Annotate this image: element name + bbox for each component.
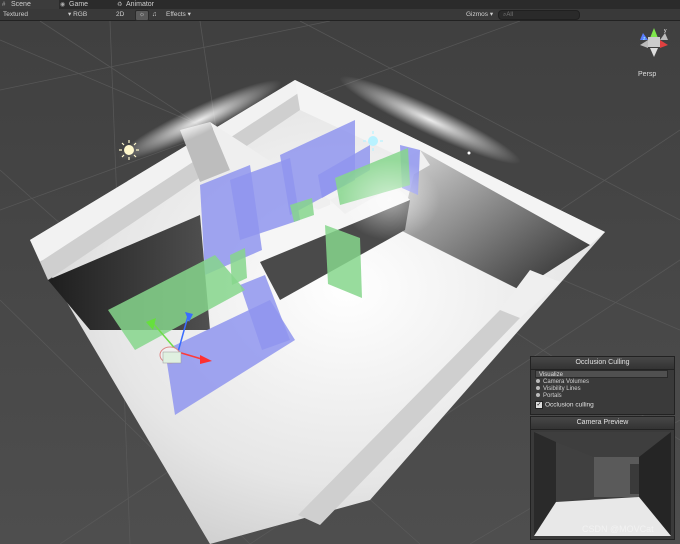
shading-mode-dropdown[interactable]: Textured (3, 10, 28, 19)
tab-animator[interactable]: ♻ Animator (115, 0, 182, 9)
shading-mode-label: Textured (3, 11, 28, 18)
camera-preview-title: Camera Preview (531, 417, 674, 430)
option-camera-volumes[interactable]: Camera Volumes (536, 379, 589, 386)
watermark: CSDN @MOVCat (582, 524, 654, 534)
option-label: Camera Volumes (543, 379, 590, 385)
occlusion-culling-panel: Occlusion Culling Visualize Camera Volum… (530, 356, 675, 415)
tab-scene-label: Scene (11, 1, 31, 8)
audio-icon[interactable]: ♫ (152, 10, 157, 19)
checkmark-icon: ✓ (535, 401, 543, 409)
occlusion-panel-title: Occlusion Culling (531, 357, 674, 370)
tab-scene[interactable]: # Scene (0, 0, 59, 9)
render-mode-label: RGB (73, 11, 88, 18)
checkbox-label: Occlusion culling (545, 401, 594, 409)
option-visibility-lines[interactable]: Visibility Lines (536, 386, 581, 393)
scene-toolbar: Textured ▾ RGB 2D ☼ ♫ Effects ▾ Gizmos ▾… (0, 9, 680, 21)
search-placeholder: ⌕All (503, 12, 514, 18)
option-label: Portals (543, 393, 562, 399)
gizmos-label: Gizmos (466, 11, 489, 18)
gizmos-dropdown[interactable]: Gizmos ▾ (466, 10, 493, 19)
toggle-2d-label: 2D (116, 11, 125, 18)
projection-label[interactable]: Persp (638, 71, 656, 78)
radio-icon (536, 393, 540, 398)
sun-icon[interactable]: ☼ (135, 10, 149, 21)
tab-animator-label: Animator (126, 1, 155, 8)
tab-game[interactable]: ◉ Game (58, 0, 113, 9)
camera-preview-render (534, 432, 671, 536)
scene-search-input[interactable]: ⌕All (498, 10, 580, 20)
tab-game-label: Game (69, 1, 89, 8)
option-label: Visibility Lines (543, 386, 581, 392)
point-light-icon[interactable] (119, 140, 139, 160)
occlusion-culling-checkbox[interactable]: ✓ Occlusion culling (535, 401, 594, 410)
tab-bar: # Scene ◉ Game ♻ Animator (0, 0, 680, 9)
visualize-label: Visualize (539, 372, 563, 378)
effects-label: Effects (166, 11, 186, 18)
toggle-2d-button[interactable]: 2D (116, 10, 124, 19)
effects-dropdown[interactable]: Effects ▾ (166, 10, 191, 19)
visualize-dropdown[interactable]: Visualize (535, 370, 668, 378)
option-portals[interactable]: Portals (536, 393, 562, 400)
camera-preview-panel: Camera Preview (530, 416, 675, 540)
render-mode-dropdown[interactable]: ▾ RGB (68, 10, 87, 19)
radio-icon (536, 386, 540, 391)
radio-icon (536, 379, 540, 384)
